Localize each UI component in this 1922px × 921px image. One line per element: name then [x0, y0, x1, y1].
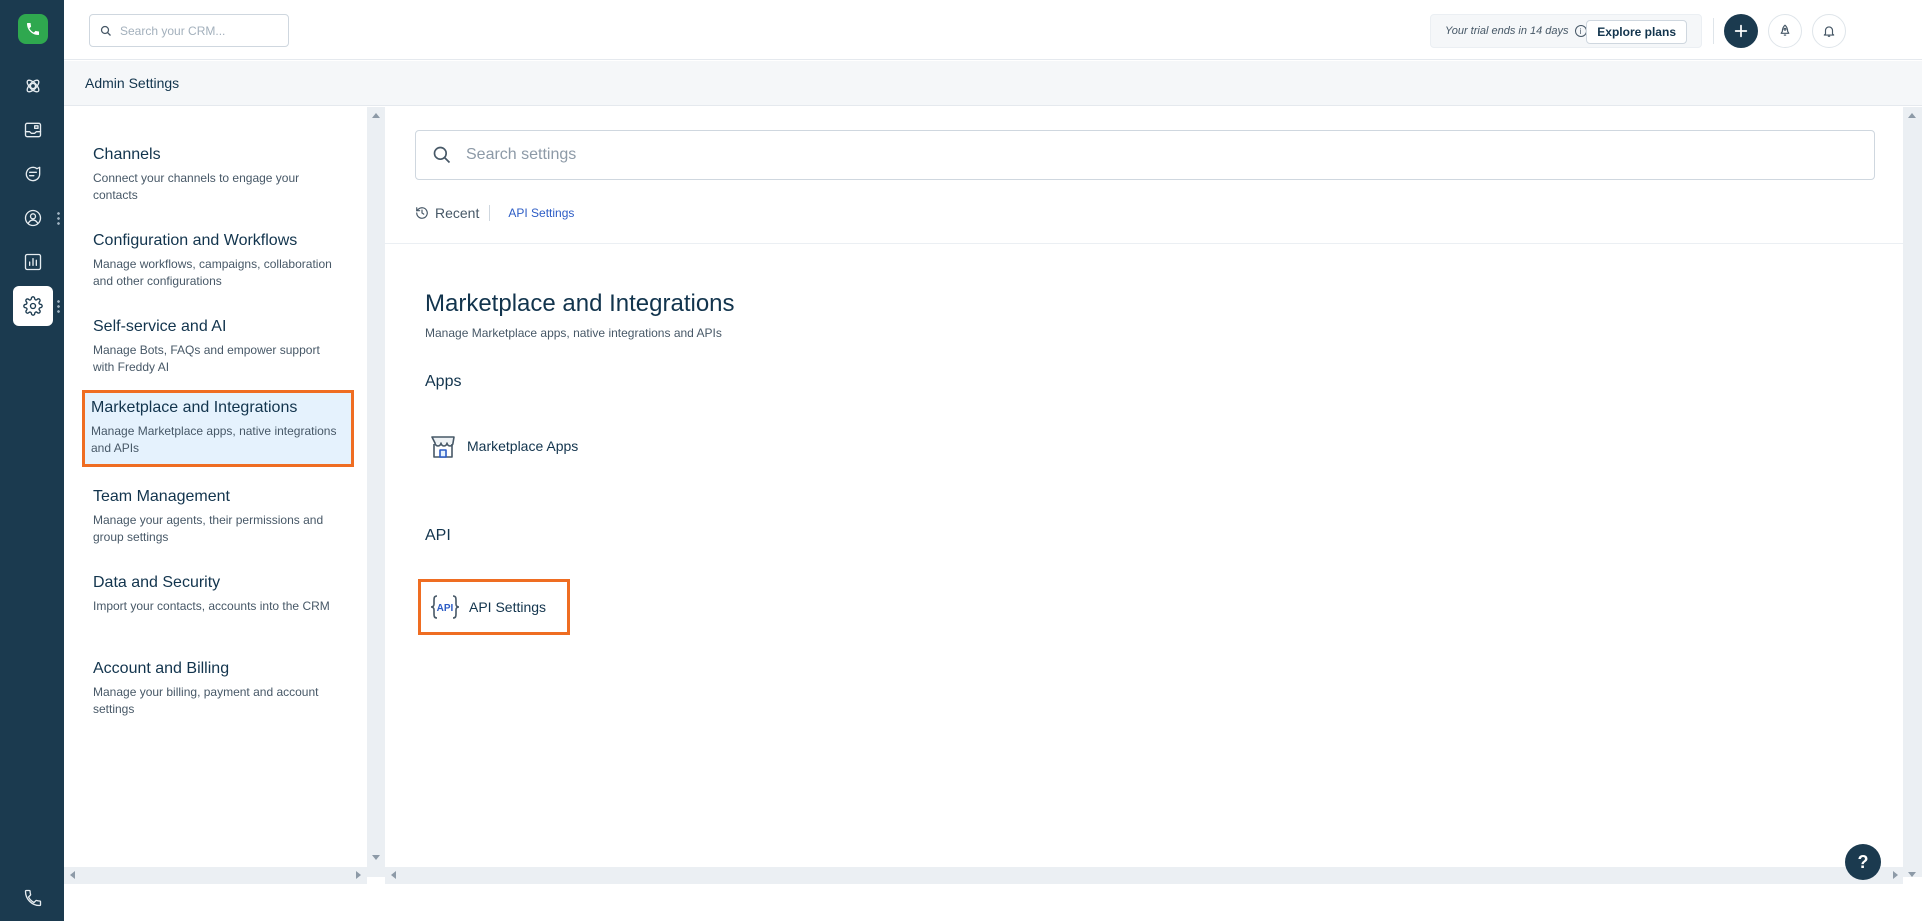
analytics-icon[interactable] — [13, 242, 53, 282]
nav-item-team-management[interactable]: Team Management Manage your agents, thei… — [84, 478, 352, 556]
trial-text: Your trial ends in 14 days — [1445, 25, 1569, 37]
main-scrollbar[interactable] — [1903, 107, 1922, 877]
recent-separator — [489, 205, 491, 221]
section-title: Marketplace and Integrations — [425, 290, 735, 317]
nav-item-desc: Import your contacts, accounts into the … — [93, 599, 330, 613]
api-icon: API — [430, 595, 460, 619]
scroll-right-arrow-icon[interactable] — [356, 871, 361, 879]
crm-search-input[interactable] — [120, 23, 280, 38]
nav-item-marketplace-integrations[interactable]: Marketplace and Integrations Manage Mark… — [82, 390, 354, 467]
settings-search-input[interactable] — [466, 146, 1846, 164]
page-title: Admin Settings — [85, 75, 180, 91]
conversations-icon[interactable] — [13, 154, 53, 194]
nav-item-desc: Manage your agents, their permissions an… — [93, 513, 324, 544]
rocket-icon — [1780, 24, 1790, 36]
nav-item-account-billing[interactable]: Account and Billing Manage your billing,… — [84, 650, 352, 728]
nav-item-title: Configuration and Workflows — [93, 232, 298, 249]
app-rail — [0, 0, 64, 921]
nav-item-desc: Connect your channels to engage your con… — [93, 171, 300, 202]
nav-item-title: Channels — [93, 146, 161, 163]
add-new-button[interactable] — [1724, 14, 1758, 48]
recent-label: Recent — [435, 205, 480, 221]
nav-item-desc: Manage your billing, payment and account… — [93, 685, 319, 716]
group-heading-apps: Apps — [425, 373, 462, 390]
scroll-right-arrow-icon[interactable] — [1893, 871, 1898, 879]
nav-item-data-security[interactable]: Data and Security Import your contacts, … — [84, 564, 352, 625]
topbar-divider — [1713, 18, 1714, 44]
scroll-up-arrow-icon[interactable] — [1908, 113, 1916, 118]
top-bar: Your trial ends in 14 days i Explore pla… — [64, 0, 1922, 60]
divider — [385, 243, 1903, 244]
phone-logo-icon[interactable] — [18, 14, 48, 44]
trial-banner: Your trial ends in 14 days i Explore pla… — [1430, 14, 1702, 48]
nav-item-configuration-workflows[interactable]: Configuration and Workflows Manage workf… — [84, 222, 352, 300]
settings-search-box[interactable] — [415, 130, 1875, 180]
search-icon — [100, 25, 111, 36]
info-icon[interactable]: i — [1574, 25, 1587, 37]
scroll-left-arrow-icon[interactable] — [70, 871, 75, 879]
help-button[interactable]: ? — [1845, 844, 1881, 880]
nav-item-title: Team Management — [93, 488, 230, 505]
phone-dialer-icon[interactable] — [13, 878, 53, 918]
ai-agent-icon[interactable] — [13, 66, 53, 106]
recent-row: Recent API Settings — [415, 203, 574, 223]
scroll-down-arrow-icon[interactable] — [372, 855, 380, 860]
tile-label: Marketplace Apps — [467, 438, 579, 454]
settings-nav: Channels Connect your channels to engage… — [64, 107, 367, 877]
inbox-icon[interactable] — [13, 110, 53, 150]
nav-item-channels[interactable]: Channels Connect your channels to engage… — [84, 136, 352, 214]
settings-more-icon[interactable] — [57, 299, 60, 313]
marketplace-apps-tile[interactable]: Marketplace Apps — [419, 428, 586, 464]
history-icon — [416, 207, 428, 219]
nav-item-self-service-ai[interactable]: Self-service and AI Manage Bots, FAQs an… — [84, 308, 352, 386]
main-horizontal-scrollbar[interactable] — [385, 867, 1903, 884]
search-icon — [433, 146, 451, 164]
nav-item-desc: Manage workflows, campaigns, collaborati… — [93, 257, 332, 288]
settings-main: Recent API Settings Marketplace and Inte… — [385, 107, 1903, 867]
nav-horizontal-scrollbar[interactable] — [64, 867, 367, 884]
nav-item-desc: Manage Bots, FAQs and empower support wi… — [93, 343, 320, 374]
nav-item-desc: Manage Marketplace apps, native integrat… — [91, 424, 337, 455]
group-heading-api: API — [425, 527, 451, 544]
rocket-button[interactable] — [1768, 14, 1802, 48]
api-icon-text: API — [437, 603, 454, 614]
api-settings-tile[interactable]: API API Settings — [418, 579, 570, 635]
section-description: Manage Marketplace apps, native integrat… — [425, 326, 722, 340]
admin-settings-header: Admin Settings — [64, 61, 1922, 106]
nav-item-title: Data and Security — [93, 574, 221, 591]
plus-icon — [1734, 24, 1748, 38]
scroll-down-arrow-icon[interactable] — [1908, 872, 1916, 877]
contacts-more-icon[interactable] — [57, 211, 60, 225]
nav-item-title: Marketplace and Integrations — [91, 399, 298, 416]
bell-icon — [1823, 26, 1835, 37]
nav-scrollbar[interactable] — [367, 107, 385, 877]
crm-search-box[interactable] — [89, 14, 289, 47]
tile-label: API Settings — [469, 599, 547, 615]
recent-link-api-settings[interactable]: API Settings — [508, 206, 574, 220]
scroll-up-arrow-icon[interactable] — [372, 113, 380, 118]
notifications-button[interactable] — [1812, 14, 1846, 48]
store-icon — [431, 436, 455, 458]
nav-item-title: Account and Billing — [93, 660, 230, 677]
settings-gear-icon[interactable] — [13, 286, 53, 326]
scroll-left-arrow-icon[interactable] — [391, 871, 396, 879]
contacts-icon[interactable] — [13, 198, 53, 238]
nav-item-title: Self-service and AI — [93, 318, 227, 335]
explore-plans-button[interactable]: Explore plans — [1586, 20, 1687, 44]
